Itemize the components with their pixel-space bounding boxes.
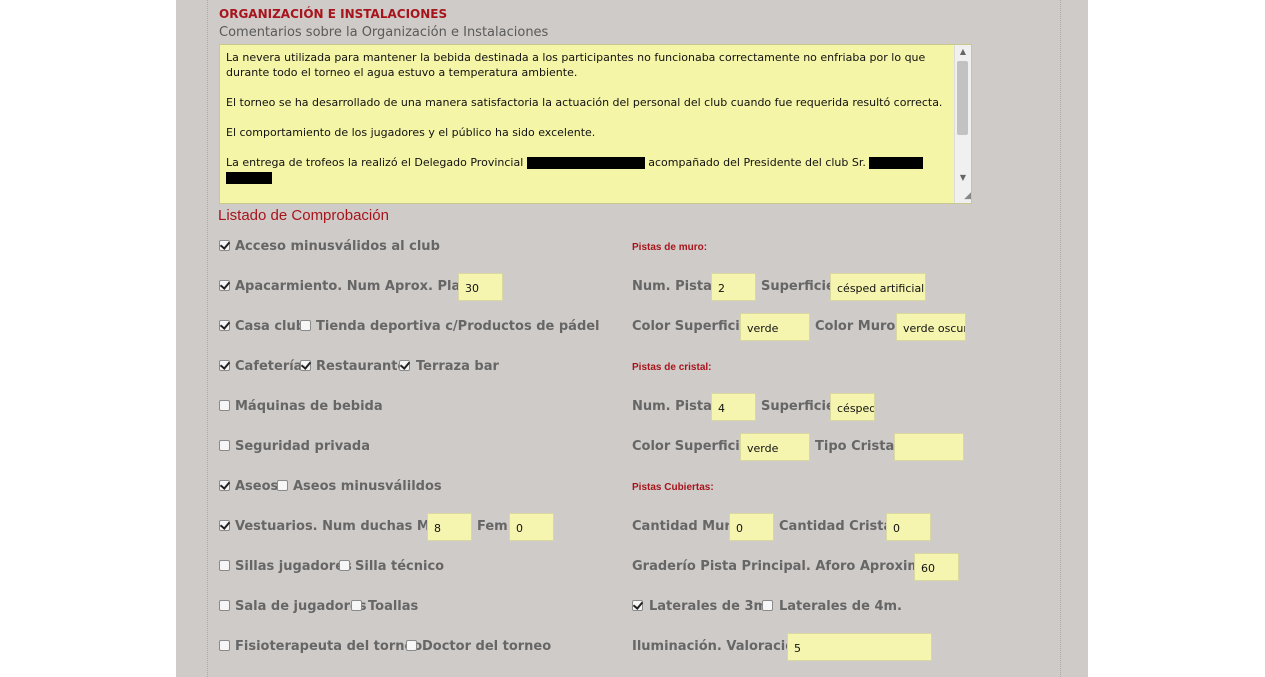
redacted-name-3	[226, 172, 272, 184]
section-title: ORGANIZACIÓN E INSTALACIONES	[219, 7, 448, 21]
vestuarios-label: Vestuarios. Num duchas Masc	[235, 519, 455, 534]
comment-paragraph-2: El torneo se ha desarrollado de una mane…	[226, 96, 943, 109]
comment-p4-part-a: La entrega de trofeos la realizó el Dele…	[226, 156, 524, 169]
tienda-label: Tienda deportiva c/Productos de pádel	[316, 319, 600, 334]
color-muros-input[interactable]: verde oscuro	[896, 313, 966, 341]
vestuarios-checkbox[interactable]	[219, 520, 230, 531]
textarea-scrollbar[interactable]: ▲ ▼	[954, 45, 971, 203]
duchas-masc-input[interactable]: 8	[427, 513, 472, 541]
cafeteria-checkbox[interactable]	[219, 360, 230, 371]
laterales-3m-checkbox[interactable]	[632, 600, 643, 611]
cristal-num-input[interactable]: 4	[711, 393, 756, 421]
casa-club-checkbox[interactable]	[219, 320, 230, 331]
redacted-name-2	[869, 157, 924, 169]
sala-checkbox[interactable]	[219, 600, 230, 611]
comments-label: Comentarios sobre la Organización e Inst…	[219, 25, 549, 40]
laterales-4m-checkbox[interactable]	[762, 600, 773, 611]
restaurante-label: Restaurante	[316, 359, 407, 374]
aseos-label: Aseos	[235, 479, 279, 494]
muro-num-label: Num. Pistas	[632, 279, 720, 294]
redacted-name-1	[526, 157, 645, 169]
page-margin-left	[0, 0, 176, 677]
comments-textarea[interactable]: La nevera utilizada para mantener la beb…	[219, 44, 972, 204]
aseos-minusvalidos-checkbox[interactable]	[277, 480, 288, 491]
doctor-label: Doctor del torneo	[422, 639, 552, 654]
sala-label: Sala de jugadores	[235, 599, 367, 614]
maquinas-label: Máquinas de bebida	[235, 399, 383, 414]
aseos-minusvalidos-label: Aseos minusválildos	[293, 479, 442, 494]
aseos-checkbox[interactable]	[219, 480, 230, 491]
muro-num-input[interactable]: 2	[711, 273, 756, 301]
sillas-checkbox[interactable]	[219, 560, 230, 571]
laterales-3m-label: Laterales de 3m.	[649, 599, 772, 614]
cristal-superficie-input[interactable]: césped	[830, 393, 875, 421]
muro-color-label: Color Superficie	[632, 319, 749, 334]
terraza-checkbox[interactable]	[399, 360, 410, 371]
resize-grip-icon[interactable]: ◢	[955, 189, 971, 203]
graderio-input[interactable]: 60	[914, 553, 959, 581]
color-muros-label: Color Muros	[815, 319, 904, 334]
tienda-checkbox[interactable]	[300, 320, 311, 331]
cristal-num-label: Num. Pistas	[632, 399, 720, 414]
cristal-color-input[interactable]: verde	[740, 433, 810, 461]
comment-paragraph-1: La nevera utilizada para mantener la beb…	[226, 51, 926, 79]
scroll-down-arrow-icon[interactable]: ▼	[955, 171, 971, 185]
acceso-label: Acceso minusválidos al club	[235, 239, 440, 254]
pistas-cristal-title: Pistas de cristal:	[632, 362, 712, 373]
pistas-muro-title: Pistas de muro:	[632, 242, 708, 253]
graderio-label: Graderío Pista Principal. Aforo Aproxima…	[632, 559, 948, 574]
cantidad-cristal-label: Cantidad Cristal	[779, 519, 897, 534]
page-margin-right	[1088, 0, 1265, 677]
aparcamiento-label: Apacarmiento. Num Aprox. Plazas	[235, 279, 485, 294]
plazas-input[interactable]: 30	[458, 273, 503, 301]
toallas-label: Toallas	[368, 599, 419, 614]
scroll-thumb[interactable]	[957, 61, 968, 135]
checklist-title: Listado de Comprobación	[218, 207, 389, 224]
comment-p4-part-b: acompañado del Presidente del club Sr.	[648, 156, 866, 169]
restaurante-checkbox[interactable]	[300, 360, 311, 371]
scroll-up-arrow-icon[interactable]: ▲	[955, 45, 971, 59]
silla-tecnico-checkbox[interactable]	[339, 560, 350, 571]
tipo-cristal-input[interactable]	[894, 433, 964, 461]
terraza-label: Terraza bar	[416, 359, 499, 374]
comment-paragraph-3: El comportamiento de los jugadores y el …	[226, 126, 596, 139]
comment-paragraph-4: La entrega de trofeos la realizó el Dele…	[226, 155, 950, 185]
muro-superficie-label: Superficie	[761, 279, 835, 294]
laterales-4m-label: Laterales de 4m.	[779, 599, 902, 614]
fisio-checkbox[interactable]	[219, 640, 230, 651]
silla-tecnico-label: Silla técnico	[355, 559, 445, 574]
cristal-superficie-label: Superficie	[761, 399, 835, 414]
casa-club-label: Casa club	[235, 319, 306, 334]
tipo-cristal-label: Tipo Cristal	[815, 439, 899, 454]
iluminacion-input[interactable]: 5	[787, 633, 932, 661]
doctor-checkbox[interactable]	[406, 640, 417, 651]
maquinas-checkbox[interactable]	[219, 400, 230, 411]
toallas-checkbox[interactable]	[351, 600, 362, 611]
seguridad-label: Seguridad privada	[235, 439, 371, 454]
fem-label: Fem	[477, 519, 508, 534]
iluminacion-label: Iluminación. Valoración	[632, 639, 804, 654]
muro-superficie-input[interactable]: césped artificial	[830, 273, 926, 301]
aparcamiento-checkbox[interactable]	[219, 280, 230, 291]
cantidad-muro-label: Cantidad Muro	[632, 519, 740, 534]
muro-color-input[interactable]: verde	[740, 313, 810, 341]
comments-text: La nevera utilizada para mantener la beb…	[226, 50, 950, 200]
duchas-fem-input[interactable]: 0	[509, 513, 554, 541]
cantidad-muro-input[interactable]: 0	[729, 513, 774, 541]
cafeteria-label: Cafetería	[235, 359, 303, 374]
cristal-color-label: Color Superficie	[632, 439, 749, 454]
pistas-cubiertas-title: Pistas Cubiertas:	[632, 482, 714, 493]
acceso-checkbox[interactable]	[219, 240, 230, 251]
fisio-label: Fisioterapeuta del torneo	[235, 639, 423, 654]
seguridad-checkbox[interactable]	[219, 440, 230, 451]
cantidad-cristal-input[interactable]: 0	[886, 513, 931, 541]
sillas-label: Sillas jugadores	[235, 559, 352, 574]
